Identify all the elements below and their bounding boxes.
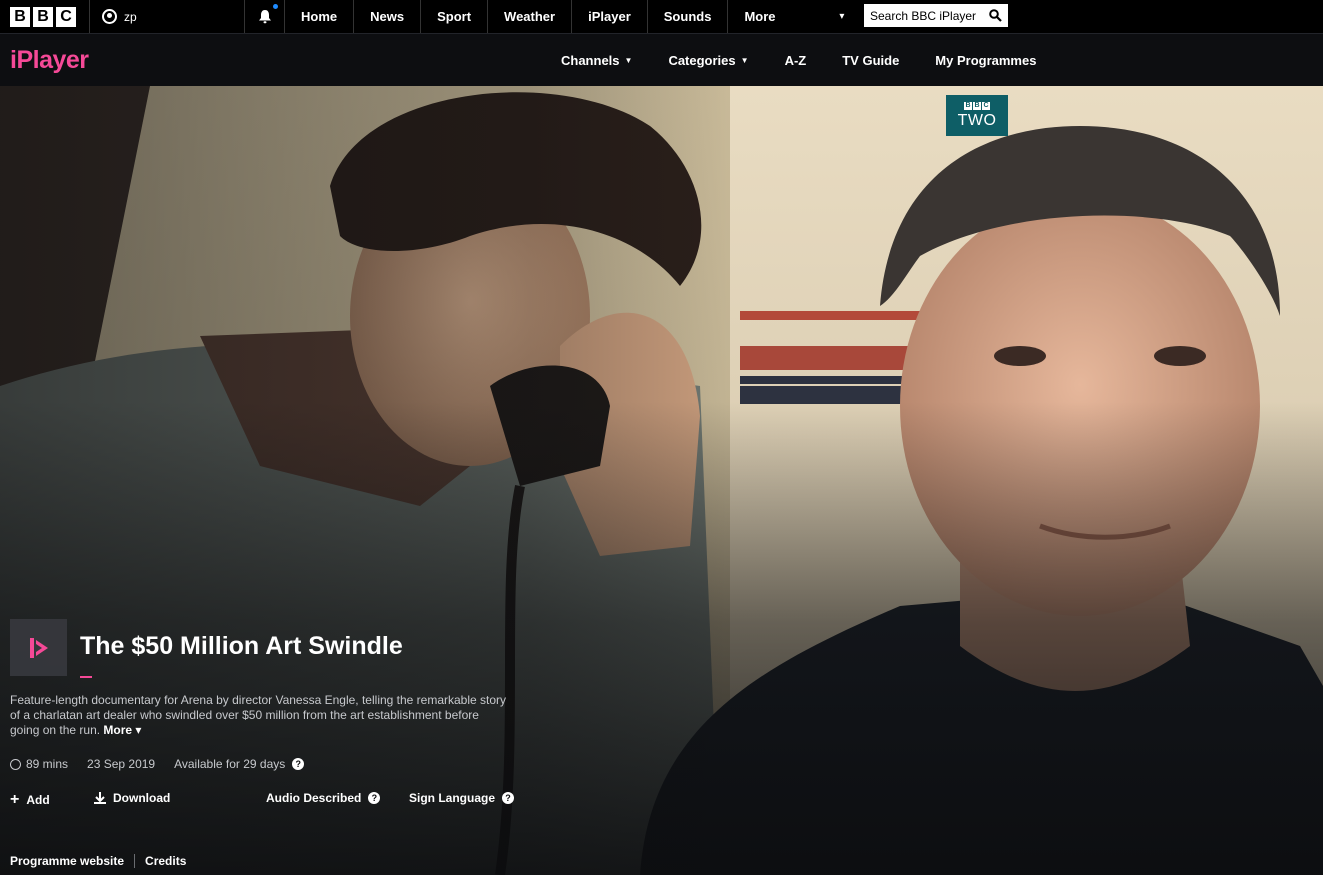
- programme-links: Programme website Credits: [10, 854, 186, 868]
- iplayer-nav-a-z[interactable]: A-Z: [785, 53, 807, 68]
- programme-description-text: Feature-length documentary for Arena by …: [10, 693, 507, 737]
- nav-iplayer[interactable]: iPlayer: [572, 0, 648, 33]
- nav-more[interactable]: More ▾: [728, 0, 860, 33]
- iplayer-menu: Channels ▼ Categories ▼ A-Z TV Guide My …: [543, 34, 1054, 87]
- nav-news[interactable]: News: [354, 0, 422, 33]
- download-icon: [94, 792, 106, 804]
- programme-website-link[interactable]: Programme website: [10, 854, 124, 868]
- download-label: Download: [113, 791, 171, 805]
- availability: Available for 29 days ?: [174, 757, 305, 771]
- bbc-logo-letter: B: [10, 6, 30, 27]
- nav-home[interactable]: Home: [285, 0, 355, 33]
- iplayer-nav-categories[interactable]: Categories ▼: [668, 53, 748, 68]
- help-icon[interactable]: ?: [502, 792, 515, 804]
- add-label: Add: [26, 793, 50, 807]
- chevron-down-icon: ▼: [740, 56, 749, 65]
- channel-logo-name: TWO: [957, 111, 997, 129]
- programme-hero: B B C TWO The $50 Million Art Swindle Fe…: [0, 86, 1323, 875]
- iplayer-nav-label: My Programmes: [935, 53, 1037, 68]
- iplayer-nav-channels[interactable]: Channels ▼: [561, 53, 632, 68]
- iplayer-nav-label: A-Z: [784, 53, 807, 68]
- channel-logo-letter: B: [964, 101, 972, 110]
- chevron-down-icon: ▼: [624, 56, 633, 65]
- link-divider: [134, 854, 136, 868]
- more-label: More: [103, 723, 133, 737]
- iplayer-play-icon: [10, 619, 67, 676]
- notification-dot: [273, 4, 278, 9]
- iplayer-nav-label: Categories: [668, 53, 736, 68]
- search-box[interactable]: Search BBC iPlayer: [864, 4, 1008, 27]
- bbc-logo[interactable]: B B C: [0, 0, 90, 33]
- help-icon[interactable]: ?: [292, 758, 305, 770]
- credits-link[interactable]: Credits: [145, 854, 186, 868]
- nav-sounds[interactable]: Sounds: [648, 0, 729, 33]
- account-label: zp: [124, 9, 137, 24]
- channel-logo-letter: C: [982, 101, 990, 110]
- sign-language-link[interactable]: Sign Language ?: [409, 791, 515, 805]
- title-accent-rule: [80, 676, 92, 678]
- bbc-logo-letter: B: [33, 6, 53, 27]
- iplayer-nav-my-programmes[interactable]: My Programmes: [935, 53, 1036, 68]
- clock-icon: [10, 758, 21, 770]
- nav-more-label: More: [744, 9, 776, 24]
- programme-title: The $50 Million Art Swindle: [80, 632, 403, 660]
- programme-meta: 89 mins 23 Sep 2019 Available for 29 day…: [10, 757, 323, 771]
- bbc-global-bar: B B C zp Home News Sport Weather iPlayer…: [0, 0, 1323, 33]
- chevron-down-icon: ▾: [839, 11, 845, 22]
- nav-sport[interactable]: Sport: [421, 0, 489, 33]
- more-button[interactable]: More ▾: [103, 723, 141, 737]
- duration: 89 mins: [10, 757, 68, 771]
- search-input[interactable]: Search BBC iPlayer: [870, 9, 976, 23]
- iplayer-nav-label: TV Guide: [842, 53, 900, 68]
- add-button[interactable]: + Add: [10, 791, 50, 809]
- notifications-button[interactable]: [245, 0, 285, 33]
- programme-description: Feature-length documentary for Arena by …: [10, 693, 510, 738]
- audio-described-link[interactable]: Audio Described ?: [266, 791, 381, 805]
- download-button[interactable]: Download: [94, 791, 170, 805]
- account-button[interactable]: zp: [90, 0, 245, 33]
- nav-weather[interactable]: Weather: [488, 0, 573, 33]
- channel-logo-letter: B: [973, 101, 981, 110]
- channel-logo: B B C TWO: [946, 95, 1008, 136]
- sign-language-label: Sign Language: [409, 791, 496, 805]
- iplayer-nav-label: Channels: [561, 53, 620, 68]
- iplayer-logo[interactable]: iPlayer: [10, 46, 89, 75]
- bell-icon: [258, 10, 271, 24]
- availability-label: Available for 29 days: [174, 757, 286, 771]
- bbc-logo-letter: C: [56, 6, 76, 27]
- search-icon[interactable]: [989, 9, 1002, 22]
- audio-described-label: Audio Described: [266, 791, 362, 805]
- help-icon[interactable]: ?: [368, 792, 381, 804]
- channel-logo-bbc: B B C: [964, 101, 990, 110]
- iplayer-nav-tv-guide[interactable]: TV Guide: [842, 53, 899, 68]
- plus-icon: +: [10, 791, 20, 808]
- account-icon: [102, 9, 117, 24]
- broadcast-date: 23 Sep 2019: [87, 757, 156, 771]
- duration-label: 89 mins: [26, 757, 69, 771]
- iplayer-nav: iPlayer Channels ▼ Categories ▼ A-Z TV G…: [0, 33, 1323, 86]
- programme-actions: + Add Download Audio Described ? Sign La…: [10, 791, 530, 809]
